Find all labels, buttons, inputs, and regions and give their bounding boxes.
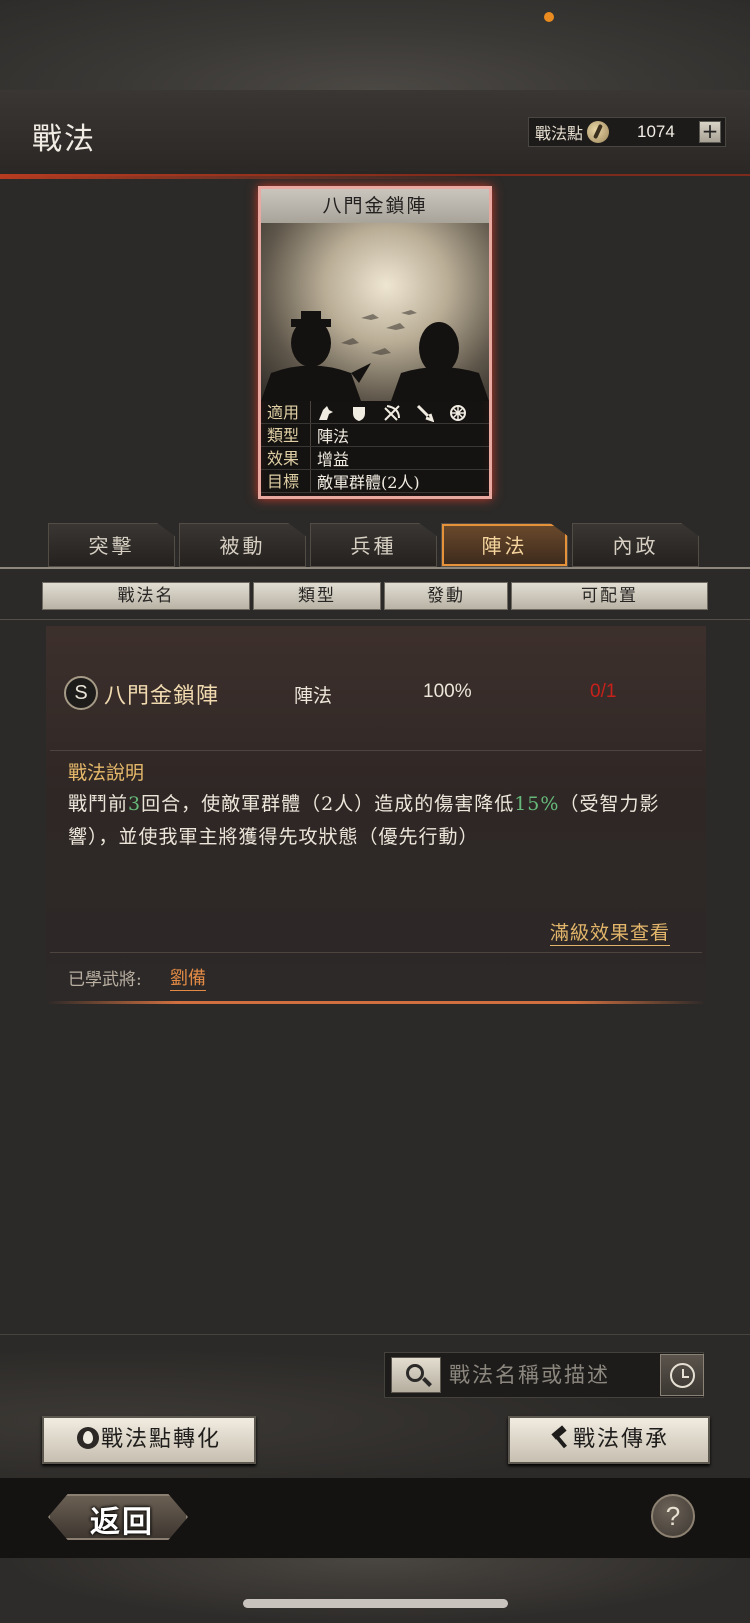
card-info-table: 適用 類型 陣法 效果 增益 目標 敵軍群體(2人) [261, 401, 489, 496]
hammer-icon [549, 1427, 571, 1449]
inherit-skill-button[interactable]: 戰法傳承 [508, 1416, 710, 1464]
skill-points-value: 1074 [637, 122, 675, 141]
column-header-type[interactable]: 類型 [253, 582, 381, 610]
card-artwork [261, 223, 489, 401]
skill-name[interactable]: 八門金鎖陣 [104, 678, 219, 710]
skill-slots: 0/1 [590, 681, 617, 702]
card-title: 八門金鎖陣 [261, 189, 489, 223]
bow-icon [384, 404, 401, 421]
card-row-type: 類型 陣法 [261, 424, 489, 447]
clock-icon [670, 1363, 695, 1388]
home-indicator[interactable] [243, 1599, 508, 1608]
tab-troop-type[interactable]: 兵種 [310, 523, 437, 567]
learned-general-link[interactable]: 劉備 [170, 964, 206, 991]
column-header-slots[interactable]: 可配置 [511, 582, 708, 610]
skill-card[interactable]: 八門金鎖陣 適用 類型 陣法 效果 增益 目標 敵軍群體(2人) [258, 186, 492, 499]
card-row-key: 目標 [261, 470, 311, 492]
back-label[interactable]: 返回 [90, 1497, 154, 1541]
tab-formation[interactable]: 陣法 [441, 523, 568, 567]
page-title: 戰法 [32, 122, 96, 157]
tab-internal-affairs[interactable]: 內政 [572, 523, 699, 567]
skill-points-label: 戰法點 [535, 124, 584, 143]
description-title: 戰法說明 [68, 762, 145, 784]
list-divider [0, 619, 750, 620]
panel-bottom-border [46, 1001, 706, 1004]
notification-dot [544, 12, 554, 22]
skill-type: 陣法 [294, 685, 333, 707]
brush-icon [587, 121, 610, 143]
top-decoration [0, 0, 750, 90]
tab-passive[interactable]: 被動 [179, 523, 306, 567]
panel-divider [50, 952, 702, 953]
card-row-key: 適用 [261, 401, 311, 423]
grade-badge: S [64, 676, 98, 710]
help-button[interactable]: ? [651, 1494, 695, 1538]
flame-icon [76, 1427, 99, 1449]
column-header-name[interactable]: 戰法名 [42, 582, 250, 610]
cavalry-icon [319, 405, 333, 420]
skill-trigger-rate: 100% [423, 681, 472, 702]
search-input[interactable] [449, 1359, 639, 1391]
card-row-value: 敵軍群體(2人) [317, 473, 420, 492]
description-text: 戰鬥前3回合，使敵軍群體（2人）造成的傷害降低15%（受智力影響），並使我軍主將… [68, 793, 660, 848]
search-button[interactable] [391, 1357, 441, 1393]
bottom-decoration [0, 1558, 750, 1623]
card-row-effect: 效果 增益 [261, 447, 489, 470]
skill-points-display: 戰法點 1074 + [528, 117, 726, 147]
card-row-value: 增益 [317, 450, 350, 469]
shield-icon [353, 406, 366, 421]
spear-icon [417, 404, 435, 422]
history-button[interactable] [660, 1354, 704, 1396]
card-row-value: 陣法 [317, 427, 350, 446]
card-row-target: 目標 敵軍群體(2人) [261, 470, 489, 493]
convert-points-button[interactable]: 戰法點轉化 [42, 1416, 256, 1464]
max-level-effect-link[interactable]: 滿級效果查看 [550, 918, 671, 946]
tab-assault[interactable]: 突擊 [48, 523, 175, 567]
column-header-trigger[interactable]: 發動 [384, 582, 508, 610]
category-tabs: 突擊 被動 兵種 陣法 內政 [48, 523, 708, 569]
card-row-units: 適用 [261, 401, 489, 424]
search-bar [384, 1352, 704, 1398]
add-points-button[interactable]: + [699, 121, 721, 143]
card-row-key: 效果 [261, 447, 311, 469]
learned-generals-label: 已學武將: [68, 970, 142, 990]
unit-icons [311, 402, 477, 422]
panel-divider [50, 750, 702, 751]
card-row-key: 類型 [261, 424, 311, 446]
wheel-icon [450, 404, 467, 421]
tabs-divider [0, 567, 750, 569]
